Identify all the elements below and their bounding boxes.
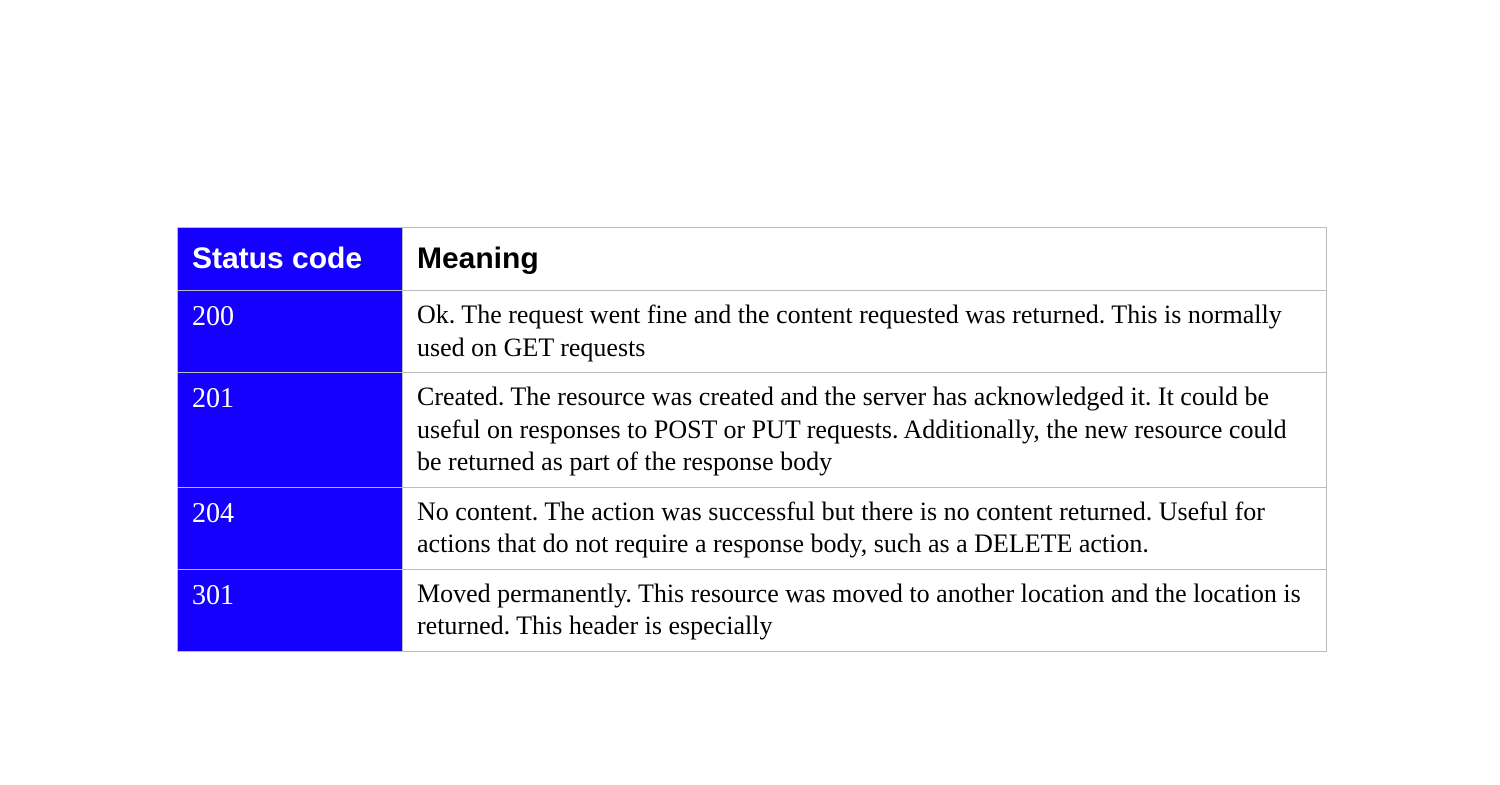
header-meaning: Meaning — [403, 228, 1327, 291]
status-code-cell: 301 — [178, 569, 403, 651]
meaning-cell: Moved permanently. This resource was mov… — [403, 569, 1327, 651]
table-row: 201 Created. The resource was created an… — [178, 373, 1327, 488]
status-code-cell: 204 — [178, 487, 403, 569]
status-code-cell: 200 — [178, 291, 403, 373]
table-row: 301 Moved permanently. This resource was… — [178, 569, 1327, 651]
header-status-code: Status code — [178, 228, 403, 291]
meaning-cell: Ok. The request went fine and the conten… — [403, 291, 1327, 373]
table-header-row: Status code Meaning — [178, 228, 1327, 291]
table-row: 200 Ok. The request went fine and the co… — [178, 291, 1327, 373]
status-code-table: Status code Meaning 200 Ok. The request … — [177, 227, 1327, 652]
status-code-cell: 201 — [178, 373, 403, 488]
table-row: 204 No content. The action was successfu… — [178, 487, 1327, 569]
meaning-cell: No content. The action was successful bu… — [403, 487, 1327, 569]
status-code-table-container: Status code Meaning 200 Ok. The request … — [177, 227, 1327, 652]
meaning-cell: Created. The resource was created and th… — [403, 373, 1327, 488]
